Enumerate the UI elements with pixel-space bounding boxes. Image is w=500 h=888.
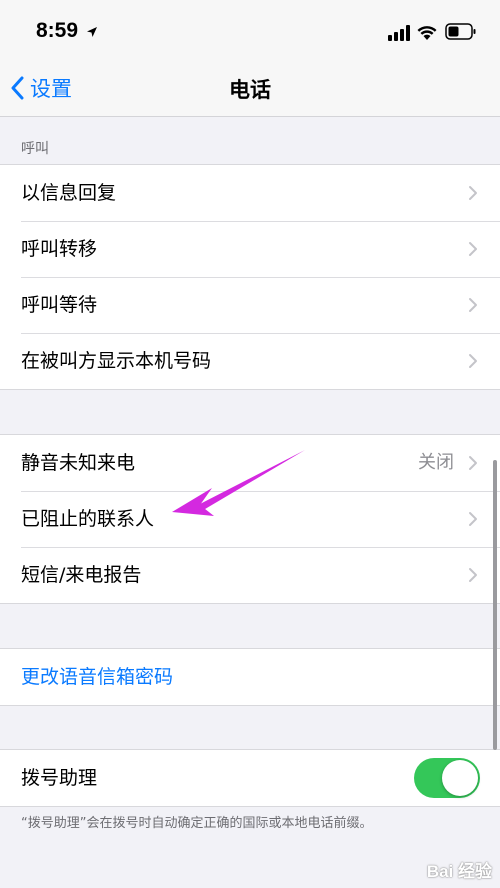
battery-icon bbox=[445, 23, 476, 40]
chevron-right-icon bbox=[469, 242, 477, 256]
location-arrow-icon bbox=[87, 27, 97, 37]
list-item-blocked-contacts[interactable]: 已阻止的联系人 bbox=[0, 491, 500, 547]
dial-assist-footnote: “拨号助理”会在拨号时自动确定正确的国际或本地电话前缀。 bbox=[21, 816, 373, 831]
list-item-label: 以信息回复 bbox=[21, 182, 117, 204]
watermark: Bai 经验 bbox=[426, 862, 492, 881]
list-item-show-caller-id[interactable]: 在被叫方显示本机号码 bbox=[0, 333, 500, 389]
toggle-knob bbox=[442, 760, 478, 796]
chevron-right-icon bbox=[469, 298, 477, 312]
status-time: 8:59 bbox=[36, 19, 79, 42]
navigation-bar: 设置 电话 bbox=[0, 60, 500, 117]
scrollbar[interactable] bbox=[493, 460, 497, 750]
list-item-label: 短信/来电报告 bbox=[21, 564, 142, 586]
chevron-right-icon bbox=[469, 354, 477, 368]
chevron-right-icon bbox=[469, 186, 477, 200]
call-settings-group: 以信息回复 呼叫转移 呼叫等待 在被叫方显示本机号码 bbox=[0, 164, 500, 390]
list-item-label: 呼叫等待 bbox=[21, 294, 98, 316]
dial-assist-toggle[interactable] bbox=[414, 758, 480, 798]
change-voicemail-password-label: 更改语音信箱密码 bbox=[21, 666, 174, 688]
voicemail-group: 更改语音信箱密码 bbox=[0, 648, 500, 706]
page-title: 电话 bbox=[229, 78, 271, 102]
list-item-label: 拨号助理 bbox=[21, 767, 98, 789]
list-item-reply-with-message[interactable]: 以信息回复 bbox=[0, 165, 500, 221]
list-item-call-waiting[interactable]: 呼叫等待 bbox=[0, 277, 500, 333]
list-item-label: 在被叫方显示本机号码 bbox=[21, 350, 212, 372]
chevron-right-icon bbox=[469, 456, 477, 470]
list-item-silence-unknown-callers[interactable]: 静音未知来电 关闭 bbox=[0, 435, 500, 491]
dial-assist-group: 拨号助理 bbox=[0, 749, 500, 807]
wifi-icon bbox=[417, 26, 437, 40]
chevron-right-icon bbox=[469, 512, 477, 526]
list-item-value: 关闭 bbox=[418, 452, 454, 473]
list-item-sms-call-reporting[interactable]: 短信/来电报告 bbox=[0, 547, 500, 603]
blocking-settings-group: 静音未知来电 关闭 已阻止的联系人 短信/来电报告 bbox=[0, 434, 500, 604]
list-item-label: 静音未知来电 bbox=[21, 452, 136, 474]
change-voicemail-password-button[interactable]: 更改语音信箱密码 bbox=[0, 649, 500, 705]
list-item-call-forwarding[interactable]: 呼叫转移 bbox=[0, 221, 500, 277]
section-header-call: 呼叫 bbox=[21, 141, 49, 157]
list-item-label: 呼叫转移 bbox=[21, 238, 98, 260]
cellular-signal-icon bbox=[388, 25, 410, 41]
list-item-dial-assist: 拨号助理 bbox=[0, 750, 500, 806]
status-bar: 8:59 bbox=[0, 0, 500, 60]
list-item-label: 已阻止的联系人 bbox=[21, 508, 155, 530]
chevron-right-icon bbox=[469, 568, 477, 582]
